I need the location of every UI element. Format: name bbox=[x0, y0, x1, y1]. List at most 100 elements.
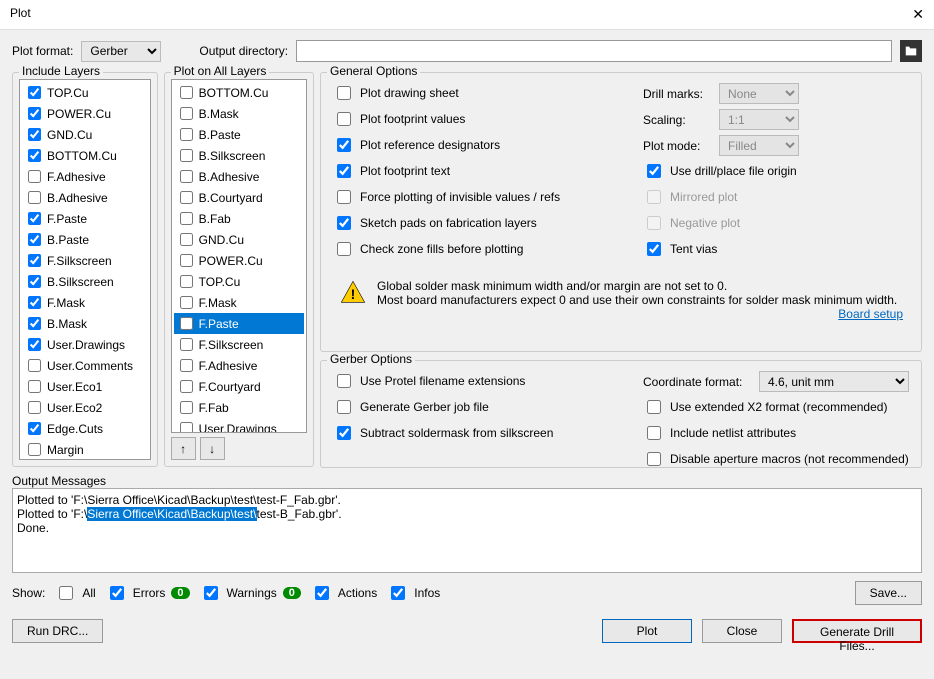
layer-checkbox[interactable] bbox=[180, 296, 193, 309]
show-errors-checkbox[interactable]: Errors0 bbox=[106, 583, 190, 603]
option-checkbox[interactable]: Generate Gerber job file bbox=[333, 397, 603, 417]
layer-checkbox[interactable] bbox=[180, 128, 193, 141]
layer-checkbox[interactable] bbox=[28, 170, 41, 183]
list-item[interactable]: B.Fab bbox=[174, 208, 304, 229]
layer-checkbox[interactable] bbox=[28, 233, 41, 246]
option-checkbox[interactable]: Plot footprint text bbox=[333, 161, 603, 181]
layer-checkbox[interactable] bbox=[28, 317, 41, 330]
list-item[interactable]: POWER.Cu bbox=[22, 103, 148, 124]
list-item[interactable]: User.Comments bbox=[22, 355, 148, 376]
list-item[interactable]: User.Eco1 bbox=[22, 376, 148, 397]
list-item[interactable]: F.Paste bbox=[22, 208, 148, 229]
list-item[interactable]: B.Adhesive bbox=[22, 187, 148, 208]
option-checkbox[interactable]: Plot drawing sheet bbox=[333, 83, 603, 103]
list-item[interactable]: Edge.Cuts bbox=[22, 418, 148, 439]
list-item[interactable]: F.Silkscreen bbox=[22, 250, 148, 271]
list-item[interactable]: User.Eco2 bbox=[22, 397, 148, 418]
layer-checkbox[interactable] bbox=[28, 212, 41, 225]
option-checkbox[interactable]: Tent vias bbox=[643, 239, 909, 259]
list-item[interactable]: BOTTOM.Cu bbox=[22, 145, 148, 166]
run-drc-button[interactable]: Run DRC... bbox=[12, 619, 103, 643]
option-checkbox[interactable]: Force plotting of invisible values / ref… bbox=[333, 187, 603, 207]
layer-checkbox[interactable] bbox=[180, 401, 193, 414]
option-checkbox[interactable]: Plot reference designators bbox=[333, 135, 603, 155]
option-checkbox[interactable]: Sketch pads on fabrication layers bbox=[333, 213, 603, 233]
include-layers-list[interactable]: TOP.CuPOWER.CuGND.CuBOTTOM.CuF.AdhesiveB… bbox=[19, 79, 151, 460]
list-item[interactable]: User.Drawings bbox=[22, 334, 148, 355]
generate-drill-files-button[interactable]: Generate Drill Files... bbox=[792, 619, 922, 643]
layer-checkbox[interactable] bbox=[180, 233, 193, 246]
list-item[interactable]: B.Mask bbox=[174, 103, 304, 124]
close-icon[interactable]: ✕ bbox=[912, 6, 924, 23]
move-down-button[interactable]: ↓ bbox=[200, 437, 225, 460]
option-checkbox[interactable]: Plot footprint values bbox=[333, 109, 603, 129]
layer-checkbox[interactable] bbox=[28, 422, 41, 435]
layer-checkbox[interactable] bbox=[28, 86, 41, 99]
list-item[interactable]: F.Courtyard bbox=[174, 376, 304, 397]
list-item[interactable]: F.Silkscreen bbox=[174, 334, 304, 355]
list-item[interactable]: F.Adhesive bbox=[174, 355, 304, 376]
save-button[interactable]: Save... bbox=[855, 581, 922, 605]
option-checkbox[interactable]: Use extended X2 format (recommended) bbox=[643, 397, 909, 417]
layer-checkbox[interactable] bbox=[28, 359, 41, 372]
list-item[interactable]: GND.Cu bbox=[22, 124, 148, 145]
layer-checkbox[interactable] bbox=[28, 149, 41, 162]
option-checkbox[interactable]: Use Protel filename extensions bbox=[333, 371, 603, 391]
list-item[interactable]: User.Drawings bbox=[174, 418, 304, 433]
option-checkbox[interactable]: Include netlist attributes bbox=[643, 423, 909, 443]
layer-checkbox[interactable] bbox=[28, 296, 41, 309]
list-item[interactable]: POWER.Cu bbox=[174, 250, 304, 271]
layer-checkbox[interactable] bbox=[180, 86, 193, 99]
layer-checkbox[interactable] bbox=[180, 380, 193, 393]
coord-format-select[interactable]: 4.6, unit mm bbox=[759, 371, 909, 392]
list-item[interactable]: B.Mask bbox=[22, 313, 148, 334]
layer-checkbox[interactable] bbox=[28, 128, 41, 141]
list-item[interactable]: B.Adhesive bbox=[174, 166, 304, 187]
show-warnings-checkbox[interactable]: Warnings0 bbox=[200, 583, 301, 603]
show-all-checkbox[interactable]: All bbox=[55, 583, 95, 603]
layer-checkbox[interactable] bbox=[180, 359, 193, 372]
layer-checkbox[interactable] bbox=[180, 170, 193, 183]
layer-checkbox[interactable] bbox=[180, 338, 193, 351]
close-button[interactable]: Close bbox=[702, 619, 782, 643]
plot-format-select[interactable]: Gerber bbox=[81, 41, 161, 62]
list-item[interactable]: Margin bbox=[22, 439, 148, 460]
list-item[interactable]: F.Fab bbox=[174, 397, 304, 418]
output-messages-box[interactable]: Plotted to 'F:\Sierra Office\Kicad\Backu… bbox=[12, 488, 922, 573]
layer-checkbox[interactable] bbox=[180, 317, 193, 330]
layer-checkbox[interactable] bbox=[28, 107, 41, 120]
list-item[interactable]: B.Courtyard bbox=[174, 187, 304, 208]
show-actions-checkbox[interactable]: Actions bbox=[311, 583, 377, 603]
list-item[interactable]: BOTTOM.Cu bbox=[174, 82, 304, 103]
layer-checkbox[interactable] bbox=[28, 443, 41, 456]
option-checkbox[interactable]: Subtract soldermask from silkscreen bbox=[333, 423, 603, 443]
layer-checkbox[interactable] bbox=[180, 149, 193, 162]
layer-checkbox[interactable] bbox=[28, 191, 41, 204]
layer-checkbox[interactable] bbox=[28, 254, 41, 267]
option-checkbox[interactable]: Use drill/place file origin bbox=[643, 161, 909, 181]
show-infos-checkbox[interactable]: Infos bbox=[387, 583, 440, 603]
layer-checkbox[interactable] bbox=[180, 254, 193, 267]
layer-checkbox[interactable] bbox=[180, 191, 193, 204]
option-checkbox[interactable]: Disable aperture macros (not recommended… bbox=[643, 449, 909, 469]
layer-checkbox[interactable] bbox=[180, 212, 193, 225]
layer-checkbox[interactable] bbox=[28, 338, 41, 351]
move-up-button[interactable]: ↑ bbox=[171, 437, 196, 460]
option-checkbox[interactable]: Check zone fills before plotting bbox=[333, 239, 603, 259]
list-item[interactable]: B.Silkscreen bbox=[174, 145, 304, 166]
board-setup-link[interactable]: Board setup bbox=[377, 307, 903, 321]
list-item[interactable]: F.Mask bbox=[22, 292, 148, 313]
list-item[interactable]: F.Mask bbox=[174, 292, 304, 313]
output-directory-input[interactable] bbox=[296, 40, 892, 62]
list-item[interactable]: B.Paste bbox=[174, 124, 304, 145]
list-item[interactable]: GND.Cu bbox=[174, 229, 304, 250]
list-item[interactable]: TOP.Cu bbox=[22, 82, 148, 103]
scaling-select[interactable]: 1:1 bbox=[719, 109, 799, 130]
plot-button[interactable]: Plot bbox=[602, 619, 692, 643]
list-item[interactable]: F.Adhesive bbox=[22, 166, 148, 187]
layer-checkbox[interactable] bbox=[180, 275, 193, 288]
layer-checkbox[interactable] bbox=[28, 275, 41, 288]
plot-mode-select[interactable]: Filled bbox=[719, 135, 799, 156]
list-item[interactable]: B.Silkscreen bbox=[22, 271, 148, 292]
browse-folder-button[interactable] bbox=[900, 40, 922, 62]
